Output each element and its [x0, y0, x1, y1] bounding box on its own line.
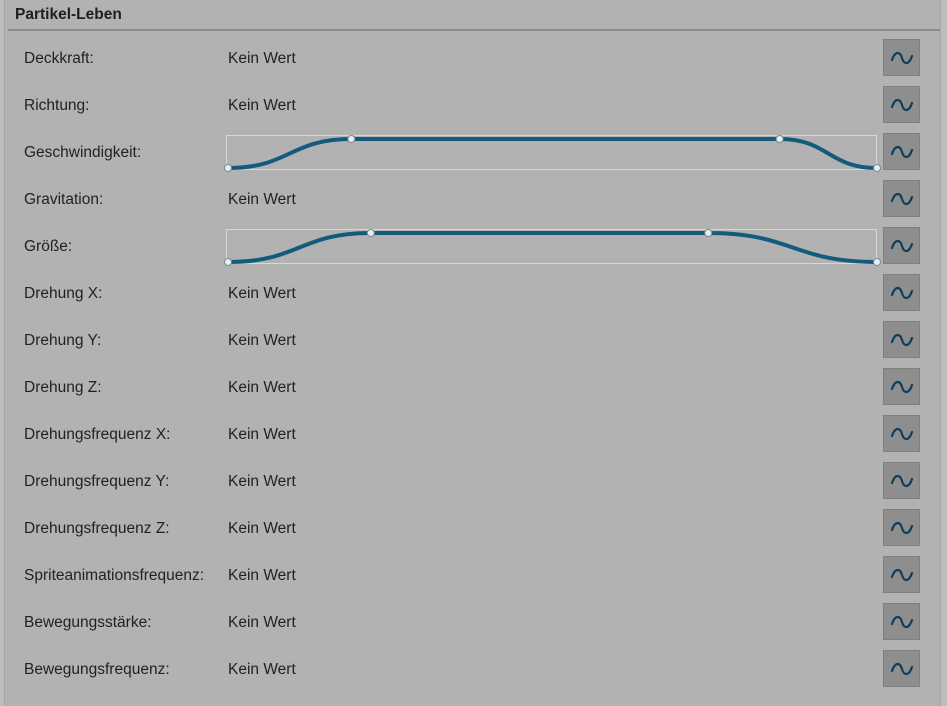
tilde-curve-icon — [890, 662, 913, 675]
curve-graph — [224, 135, 881, 172]
property-label: Bewegungsstärke: — [24, 613, 152, 631]
property-value: Kein Wert — [228, 472, 296, 490]
tilde-curve-icon — [890, 333, 913, 346]
property-value: Kein Wert — [228, 566, 296, 584]
property-value: Kein Wert — [228, 519, 296, 537]
section-divider — [8, 29, 940, 31]
property-row-drehung-z: Drehung Z: Kein Wert — [0, 364, 947, 411]
property-label: Drehung Y: — [24, 331, 102, 349]
curve-preview-geschwindigkeit[interactable] — [224, 135, 881, 172]
property-label: Deckkraft: — [24, 49, 94, 67]
curve-editor-button[interactable] — [883, 274, 920, 311]
curve-editor-button[interactable] — [883, 650, 920, 687]
curve-editor-button[interactable] — [883, 227, 920, 264]
curve-editor-button[interactable] — [883, 180, 920, 217]
property-label: Drehung X: — [24, 284, 103, 302]
curve-preview-groesse[interactable] — [224, 229, 881, 266]
property-label: Bewegungsfrequenz: — [24, 660, 170, 678]
curve-keyframe-handle[interactable] — [366, 229, 375, 237]
curve-editor-button[interactable] — [883, 321, 920, 358]
property-value: Kein Wert — [228, 378, 296, 396]
curve-editor-button[interactable] — [883, 133, 920, 170]
property-value: Kein Wert — [228, 284, 296, 302]
property-value: Kein Wert — [228, 660, 296, 678]
property-row-drehung-y: Drehung Y: Kein Wert — [0, 317, 947, 364]
property-row-geschwindigkeit: Geschwindigkeit: — [0, 129, 947, 176]
property-label: Richtung: — [24, 96, 90, 114]
property-label: Drehungsfrequenz Y: — [24, 472, 170, 490]
tilde-curve-icon — [890, 427, 913, 440]
curve-editor-button[interactable] — [883, 86, 920, 123]
curve-line — [226, 231, 879, 264]
tilde-curve-icon — [890, 192, 913, 205]
property-value: Kein Wert — [228, 96, 296, 114]
property-label: Drehungsfrequenz Z: — [24, 519, 170, 537]
tilde-curve-icon — [890, 521, 913, 534]
tilde-curve-icon — [890, 98, 913, 111]
property-label: Größe: — [24, 237, 73, 255]
property-row-gravitation: Gravitation: Kein Wert — [0, 176, 947, 223]
tilde-curve-icon — [890, 51, 913, 64]
property-value: Kein Wert — [228, 613, 296, 631]
tilde-curve-icon — [890, 239, 913, 252]
curve-editor-button[interactable] — [883, 368, 920, 405]
property-label: Gravitation: — [24, 190, 104, 208]
property-value: Kein Wert — [228, 49, 296, 67]
curve-keyframe-handle[interactable] — [704, 229, 713, 237]
tilde-curve-icon — [890, 474, 913, 487]
property-label: Drehung Z: — [24, 378, 102, 396]
curve-keyframe-handle[interactable] — [224, 164, 232, 172]
curve-graph — [224, 229, 881, 266]
curve-editor-button[interactable] — [883, 462, 920, 499]
curve-editor-button[interactable] — [883, 603, 920, 640]
curve-keyframe-handle[interactable] — [347, 135, 356, 143]
property-value: Kein Wert — [228, 425, 296, 443]
tilde-curve-icon — [890, 145, 913, 158]
property-label: Spriteanimationsfrequenz: — [24, 566, 205, 584]
property-row-bewegungsstaerke: Bewegungsstärke: Kein Wert — [0, 599, 947, 646]
property-label: Geschwindigkeit: — [24, 143, 142, 161]
property-row-drehungsfrequenz-y: Drehungsfrequenz Y: Kein Wert — [0, 458, 947, 505]
curve-keyframe-handle[interactable] — [775, 135, 784, 143]
curve-editor-button[interactable] — [883, 39, 920, 76]
property-row-bewegungsfrequenz: Bewegungsfrequenz: Kein Wert — [0, 646, 947, 693]
partikel-leben-panel: Partikel-Leben Deckkraft: Kein Wert Richtu… — [0, 0, 947, 706]
curve-keyframe-handle[interactable] — [873, 164, 881, 172]
property-row-drehungsfrequenz-x: Drehungsfrequenz X: Kein Wert — [0, 411, 947, 458]
curve-keyframe-handle[interactable] — [873, 258, 881, 266]
tilde-curve-icon — [890, 568, 913, 581]
section-title: Partikel-Leben — [15, 6, 122, 23]
property-row-deckkraft: Deckkraft: Kein Wert — [0, 35, 947, 82]
tilde-curve-icon — [890, 286, 913, 299]
tilde-curve-icon — [890, 380, 913, 393]
property-value: Kein Wert — [228, 190, 296, 208]
property-row-richtung: Richtung: Kein Wert — [0, 82, 947, 129]
curve-keyframe-handle[interactable] — [224, 258, 232, 266]
tilde-curve-icon — [890, 615, 913, 628]
property-row-drehung-x: Drehung X: Kein Wert — [0, 270, 947, 317]
property-label: Drehungsfrequenz X: — [24, 425, 171, 443]
curve-editor-button[interactable] — [883, 556, 920, 593]
curve-line — [226, 137, 879, 170]
property-row-groesse: Größe: — [0, 223, 947, 270]
property-value: Kein Wert — [228, 331, 296, 349]
curve-editor-button[interactable] — [883, 415, 920, 452]
curve-editor-button[interactable] — [883, 509, 920, 546]
property-row-spriteanimationsfrequenz: Spriteanimationsfrequenz: Kein Wert — [0, 552, 947, 599]
property-row-drehungsfrequenz-z: Drehungsfrequenz Z: Kein Wert — [0, 505, 947, 552]
